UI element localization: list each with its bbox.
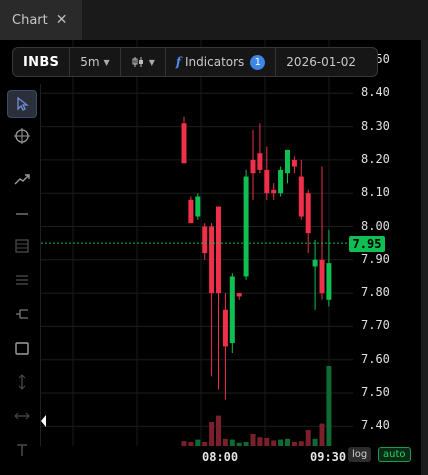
function-icon: f (175, 55, 182, 69)
volume-bar (285, 438, 290, 446)
current-price-label: 7.95 (349, 236, 385, 252)
candle-body (195, 196, 201, 217)
price-tick: 7.40 (361, 418, 390, 433)
candle-body (285, 149, 290, 174)
rectangle-tool[interactable] (7, 334, 37, 362)
tab-title: Chart (12, 12, 48, 28)
candle-body (236, 293, 242, 297)
candle-body (222, 309, 228, 347)
crosshair-icon (14, 128, 30, 144)
candle-body (298, 176, 304, 217)
volume-bar (222, 438, 228, 446)
vertical-measure-tool[interactable] (7, 368, 37, 396)
volume-bar (264, 438, 270, 446)
candle-body (181, 123, 187, 164)
chart-toolbar: INBS 5m ▼ ▼ f Indicators 1 2026-01-02 (12, 47, 378, 77)
candle-body (278, 169, 284, 194)
price-tick: 7.60 (361, 351, 390, 366)
volume-bar (250, 434, 256, 446)
candle-body (209, 226, 215, 294)
rectangle-icon (15, 342, 29, 355)
fib-icon (15, 239, 29, 253)
price-tick: 8.40 (361, 85, 390, 100)
candle-body (250, 159, 256, 174)
candle-body (305, 193, 311, 234)
price-tick: 7.80 (361, 285, 390, 300)
date-selector[interactable]: 2026-01-02 (276, 48, 366, 76)
time-tick: 08:00 (202, 450, 239, 464)
volume-bar (216, 415, 221, 446)
candle-body (326, 263, 332, 300)
symbol-label: INBS (23, 54, 60, 70)
chart-style-selector[interactable]: ▼ (121, 48, 166, 76)
price-tick: 7.90 (361, 251, 390, 266)
auto-scale-button[interactable]: auto (378, 447, 411, 462)
interval-selector[interactable]: 5m ▼ (70, 48, 121, 76)
candle-body (188, 199, 194, 224)
close-icon[interactable]: ✕ (56, 12, 68, 28)
candle-body (312, 259, 318, 267)
horizontal-line-icon (16, 213, 28, 215)
fork-icon (16, 309, 28, 319)
horizontal-measure-tool[interactable] (7, 402, 37, 430)
price-tick: 8.10 (361, 185, 390, 200)
parallel-lines-icon (16, 275, 28, 285)
parallel-lines-tool[interactable] (7, 266, 37, 294)
candle-body (264, 169, 270, 194)
candle-body (257, 153, 263, 170)
crosshair-tool[interactable] (7, 122, 37, 150)
indicators-label: Indicators (185, 55, 245, 69)
candle-body (271, 189, 277, 194)
cursor-tool[interactable] (7, 90, 37, 118)
volume-bar (257, 437, 263, 446)
collapse-toolbar-icon[interactable] (36, 415, 46, 427)
indicators-count-badge: 1 (250, 54, 266, 70)
cursor-icon (17, 96, 29, 111)
candle-body (216, 206, 221, 294)
fork-tool[interactable] (7, 300, 37, 328)
volume-bar (326, 366, 332, 446)
candle-body (202, 226, 208, 254)
trend-line-icon (14, 174, 30, 185)
fib-tool[interactable] (7, 232, 37, 260)
symbol-selector[interactable]: INBS (13, 48, 71, 76)
candle-body (229, 276, 235, 344)
drawing-toolbar (0, 84, 40, 475)
sidebar-divider (40, 84, 41, 446)
text-icon (17, 444, 27, 456)
price-tick: 8.20 (361, 151, 390, 166)
volume-bar (319, 423, 325, 446)
time-tick: 09:30 (310, 450, 347, 464)
date-label: 2026-01-02 (286, 55, 357, 69)
tab-chart[interactable]: Chart ✕ (0, 0, 82, 40)
trend-line-tool[interactable] (7, 166, 37, 194)
price-tick: 7.50 (361, 385, 390, 399)
candle-body (319, 259, 325, 294)
text-tool[interactable] (7, 436, 37, 464)
candle-body (291, 159, 297, 167)
tab-bar: Chart ✕ (0, 0, 428, 40)
candlestick-chart[interactable] (41, 40, 353, 446)
vertical-measure-icon (18, 374, 26, 390)
candle-body (243, 176, 249, 277)
price-tick: 8.00 (361, 218, 390, 233)
horizontal-measure-icon (14, 412, 30, 420)
volume-bar (209, 422, 215, 446)
chevron-down-icon: ▼ (148, 57, 155, 67)
volume-bar (312, 438, 318, 446)
interval-label: 5m (80, 55, 100, 69)
price-tick: 7.70 (361, 318, 390, 333)
log-scale-button[interactable]: log (348, 447, 372, 462)
volume-bar (305, 430, 311, 446)
chevron-down-icon: ▼ (103, 57, 110, 67)
scrollbar[interactable] (421, 40, 428, 475)
price-tick: 8.30 (361, 118, 390, 133)
indicators-button[interactable]: f Indicators 1 (166, 48, 277, 76)
horizontal-line-tool[interactable] (7, 200, 37, 228)
candles-icon (132, 57, 143, 67)
